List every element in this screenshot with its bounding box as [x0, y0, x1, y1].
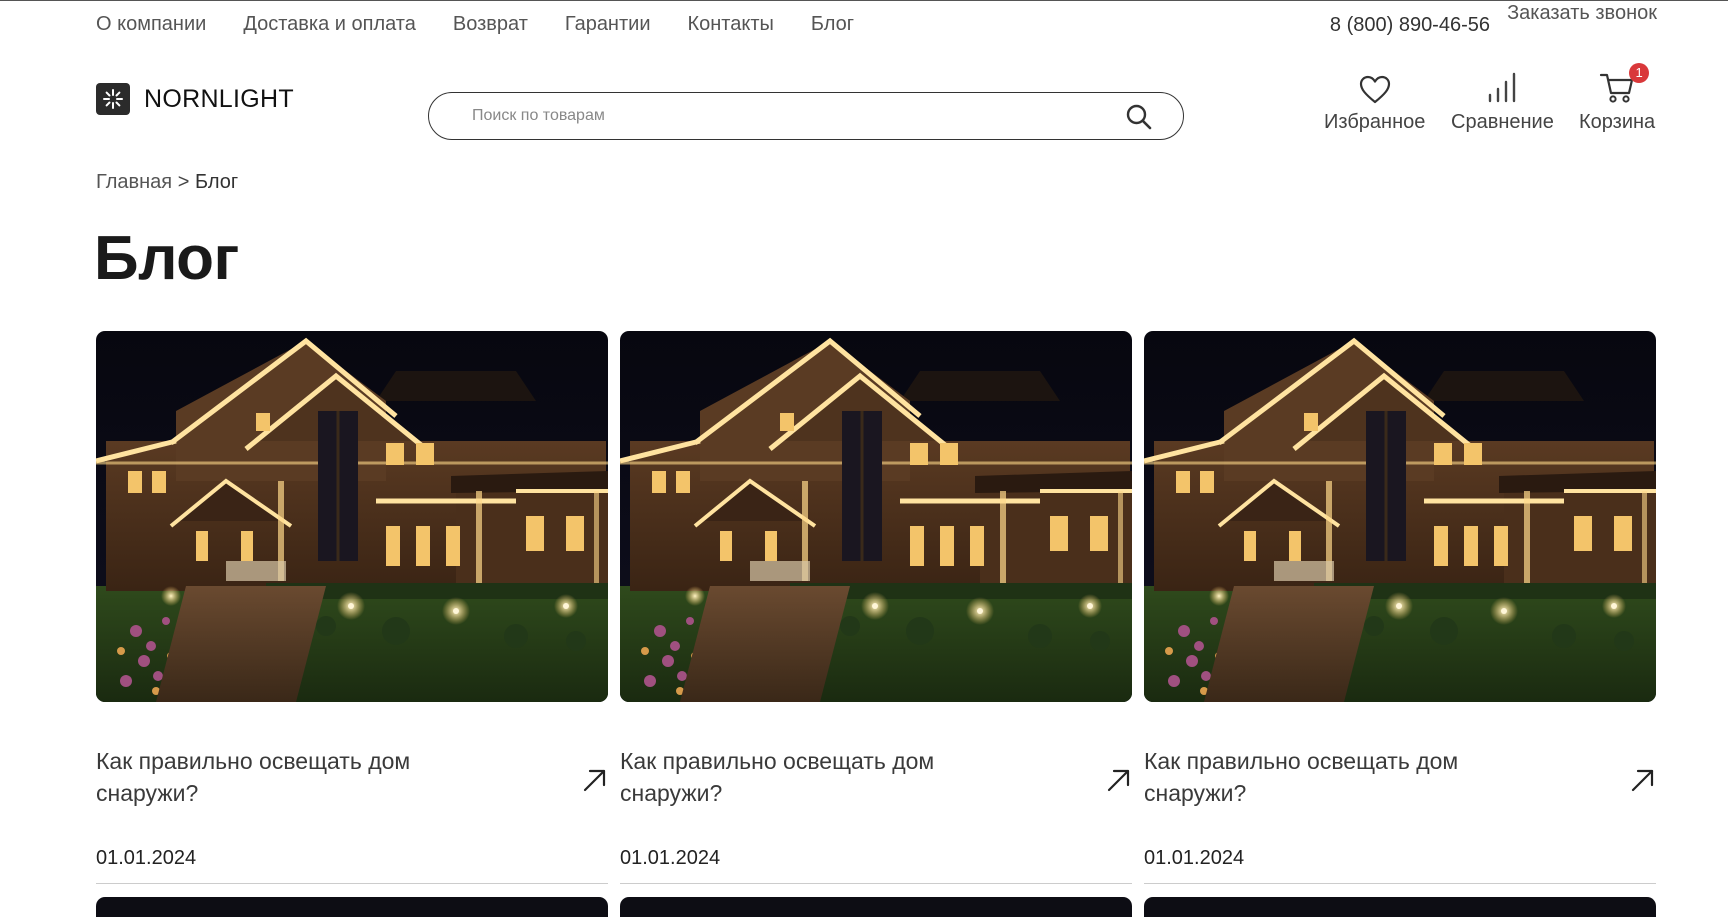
- compare-label: Сравнение: [1451, 111, 1554, 133]
- top-nav-warranty[interactable]: Гарантии: [565, 13, 651, 36]
- blog-card-date: 01.01.2024: [1144, 847, 1245, 869]
- heart-icon: [1359, 67, 1391, 105]
- phone-number[interactable]: 8 (800) 890-46-56: [1330, 14, 1490, 37]
- blog-card-divider: [620, 883, 1132, 884]
- search-icon[interactable]: [1125, 103, 1153, 131]
- top-nav-returns[interactable]: Возврат: [453, 13, 528, 36]
- top-nav-about[interactable]: О компании: [96, 13, 206, 36]
- bar-chart-icon: [1486, 67, 1518, 105]
- sparkle-icon: [96, 83, 130, 115]
- favorites-label: Избранное: [1324, 111, 1426, 133]
- cart-label: Корзина: [1579, 111, 1656, 133]
- search-input[interactable]: [470, 106, 1094, 126]
- breadcrumb: Главная > Блог: [96, 171, 238, 194]
- blog-card-image[interactable]: [96, 331, 608, 702]
- next-row-card-image: [620, 897, 1132, 917]
- callback-link[interactable]: Заказать звонок: [1507, 2, 1657, 25]
- top-nav: О компании Доставка и оплата Возврат Гар…: [96, 13, 854, 36]
- top-nav-contacts[interactable]: Контакты: [687, 13, 773, 36]
- blog-card-date: 01.01.2024: [620, 847, 721, 869]
- arrow-up-right-icon[interactable]: [1106, 767, 1132, 793]
- breadcrumb-separator: >: [177, 171, 190, 193]
- blog-card-image[interactable]: [1144, 331, 1656, 702]
- blog-card-title[interactable]: Как правильно освещать дом снаружи?: [96, 745, 516, 809]
- blog-card-title[interactable]: Как правильно освещать дом снаружи?: [620, 745, 1040, 809]
- blog-card: Как правильно освещать дом снаружи? 01.0…: [620, 331, 1132, 917]
- blog-card: Как правильно освещать дом снаружи? 01.0…: [96, 331, 608, 917]
- cart-icon: 1: [1599, 63, 1650, 105]
- compare-button[interactable]: Сравнение: [1451, 67, 1554, 134]
- top-nav-delivery[interactable]: Доставка и оплата: [243, 13, 416, 36]
- page-title: Блог: [94, 224, 239, 293]
- blog-card-image[interactable]: [620, 331, 1132, 702]
- cart-count-badge: 1: [1629, 63, 1650, 83]
- blog-card-divider: [1144, 883, 1656, 884]
- site-logo[interactable]: NORNLIGHT: [96, 83, 294, 115]
- arrow-up-right-icon[interactable]: [582, 767, 608, 793]
- blog-card-divider: [96, 883, 608, 884]
- breadcrumb-current: Блог: [194, 171, 239, 193]
- next-row-card-image: [1144, 897, 1656, 917]
- cart-button[interactable]: 1 Корзина: [1579, 63, 1656, 134]
- logo-text: NORNLIGHT: [144, 84, 294, 113]
- next-row-card-image: [96, 897, 608, 917]
- search-bar: [428, 92, 1184, 140]
- blog-card-date: 01.01.2024: [96, 847, 197, 869]
- blog-card-title[interactable]: Как правильно освещать дом снаружи?: [1144, 745, 1564, 809]
- favorites-button[interactable]: Избранное: [1324, 67, 1425, 134]
- blog-card: Как правильно освещать дом снаружи? 01.0…: [1144, 331, 1656, 917]
- arrow-up-right-icon[interactable]: [1630, 767, 1656, 793]
- breadcrumb-home[interactable]: Главная: [96, 171, 172, 193]
- top-nav-blog[interactable]: Блог: [811, 13, 854, 36]
